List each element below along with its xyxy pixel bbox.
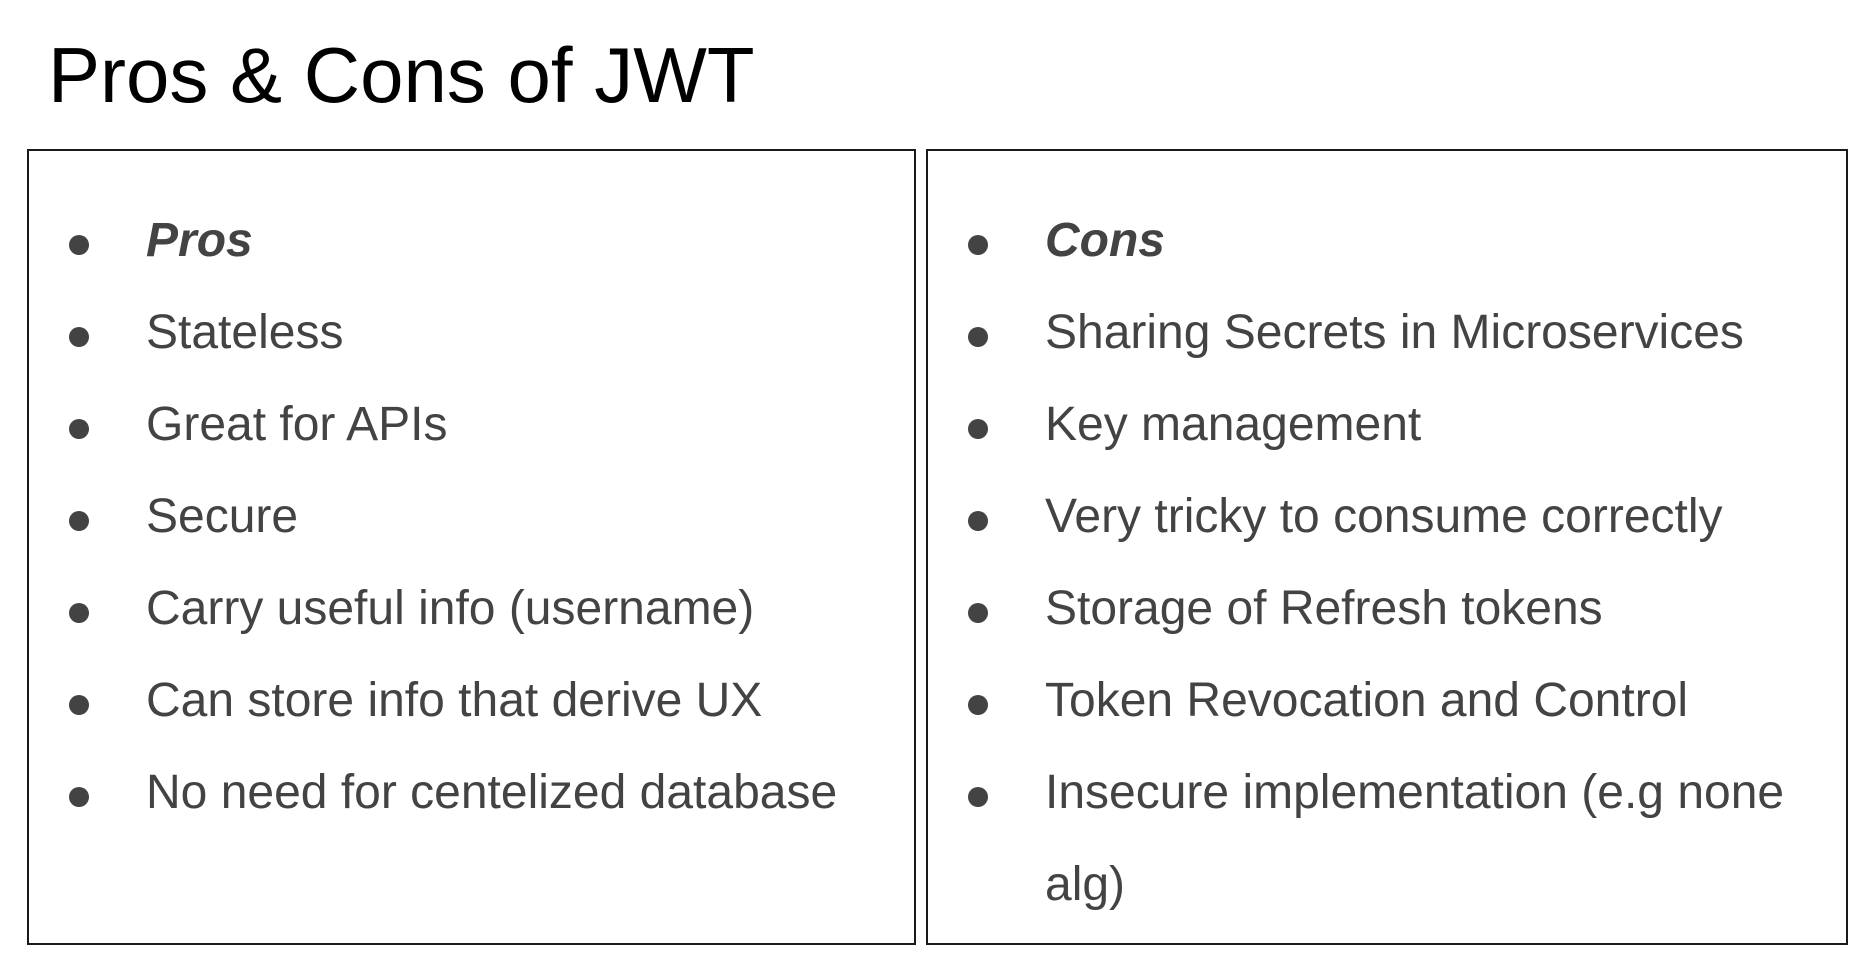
list-item-text: Storage of Refresh tokens <box>1045 582 1603 635</box>
bullet-icon <box>69 695 89 715</box>
cons-panel: Cons Sharing Secrets in Microservices Ke… <box>926 149 1848 945</box>
bullet-icon <box>968 327 988 347</box>
cons-list: Cons Sharing Secrets in Microservices Ke… <box>928 195 1846 931</box>
list-item-text: Token Revocation and Control <box>1045 674 1689 727</box>
list-item: Token Revocation and Control <box>928 655 1846 747</box>
list-item-text: Insecure implementation (e.g none alg) <box>1045 766 1785 911</box>
pros-panel: Pros Stateless Great for APIs Secure Car… <box>27 149 916 945</box>
bullet-icon <box>968 787 988 807</box>
slide-title: Pros & Cons of JWT <box>48 31 755 119</box>
list-item-text: Carry useful info (username) <box>146 582 755 635</box>
list-item: Insecure implementation (e.g none alg) <box>928 747 1846 931</box>
cons-heading: Cons <box>1045 214 1165 267</box>
list-item: No need for centelized database <box>29 747 914 839</box>
bullet-icon <box>69 603 89 623</box>
list-item: Stateless <box>29 287 914 379</box>
bullet-icon <box>968 695 988 715</box>
list-item-text: Very tricky to consume correctly <box>1045 490 1723 543</box>
pros-heading-item: Pros <box>29 195 914 287</box>
pros-list: Pros Stateless Great for APIs Secure Car… <box>29 195 914 839</box>
list-item: Storage of Refresh tokens <box>928 563 1846 655</box>
list-item-text: Sharing Secrets in Microservices <box>1045 306 1744 359</box>
list-item-text: Great for APIs <box>146 398 448 451</box>
pros-heading: Pros <box>146 214 253 267</box>
bullet-icon <box>968 603 988 623</box>
list-item-text: Secure <box>146 490 299 543</box>
list-item: Secure <box>29 471 914 563</box>
list-item: Great for APIs <box>29 379 914 471</box>
bullet-icon <box>69 787 89 807</box>
bullet-icon <box>69 327 89 347</box>
bullet-icon <box>69 235 89 255</box>
bullet-icon <box>968 511 988 531</box>
list-item-text: Can store info that derive UX <box>146 674 763 727</box>
bullet-icon <box>968 235 988 255</box>
list-item: Can store info that derive UX <box>29 655 914 747</box>
bullet-icon <box>968 419 988 439</box>
list-item-text: Key management <box>1045 398 1422 451</box>
bullet-icon <box>69 419 89 439</box>
list-item: Very tricky to consume correctly <box>928 471 1846 563</box>
bullet-icon <box>69 511 89 531</box>
list-item-text: No need for centelized database <box>146 766 838 819</box>
cons-heading-item: Cons <box>928 195 1846 287</box>
list-item: Key management <box>928 379 1846 471</box>
list-item-text: Stateless <box>146 306 344 359</box>
list-item: Sharing Secrets in Microservices <box>928 287 1846 379</box>
list-item: Carry useful info (username) <box>29 563 914 655</box>
